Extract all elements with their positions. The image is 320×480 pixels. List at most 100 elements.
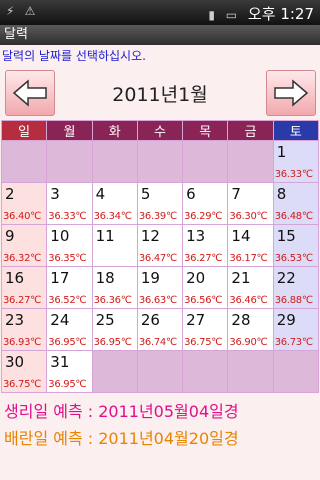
day-number: 14 bbox=[231, 227, 251, 245]
empty-cell bbox=[91, 140, 138, 183]
day-cell[interactable]: 15 36.53℃ bbox=[272, 224, 320, 267]
weekday-header: 목 bbox=[182, 120, 229, 141]
weekday-header-row: 일 월 화 수 목 금 토 bbox=[0, 120, 320, 141]
day-cell[interactable]: 24 36.95℃ bbox=[46, 308, 93, 351]
day-number: 20 bbox=[186, 269, 206, 287]
day-cell[interactable]: 16 36.27℃ bbox=[0, 266, 48, 309]
day-number: 4 bbox=[95, 185, 106, 203]
temperature-value: 36.32℃ bbox=[3, 253, 42, 264]
day-cell[interactable]: 23 36.93℃ bbox=[0, 308, 48, 351]
empty-cell bbox=[0, 140, 48, 183]
weekday-header: 수 bbox=[136, 120, 184, 141]
weekday-header: 토 bbox=[272, 120, 320, 141]
day-cell[interactable]: 17 36.52℃ bbox=[46, 266, 93, 309]
arrow-right-icon bbox=[274, 79, 309, 107]
day-cell[interactable]: 30 36.75℃ bbox=[0, 350, 48, 393]
day-number: 19 bbox=[140, 269, 160, 287]
temperature-value: 36.33℃ bbox=[48, 211, 87, 222]
day-number: 30 bbox=[5, 353, 25, 371]
day-cell[interactable]: 26 36.74℃ bbox=[136, 308, 184, 351]
day-cell[interactable]: 14 36.17℃ bbox=[227, 224, 274, 267]
weekday-header: 월 bbox=[46, 120, 93, 141]
next-month-button[interactable] bbox=[266, 70, 316, 116]
day-cell[interactable]: 7 36.30℃ bbox=[227, 182, 274, 225]
temperature-value: 36.27℃ bbox=[184, 253, 223, 264]
empty-cell bbox=[136, 140, 184, 183]
temperature-value: 36.34℃ bbox=[93, 211, 132, 222]
day-cell[interactable]: 9 36.32℃ bbox=[0, 224, 48, 267]
status-ampm: 오후 bbox=[247, 5, 276, 23]
calendar-grid: 일 월 화 수 목 금 토 1 36.33℃ 2 36.40℃ 3 36.33℃ 43… bbox=[0, 120, 320, 393]
day-cell[interactable]: 21 36.46℃ bbox=[227, 266, 274, 309]
day-number: 16 bbox=[5, 269, 25, 287]
day-cell[interactable]: 3 36.33℃ bbox=[46, 182, 93, 225]
day-cell[interactable]: 13 36.27℃ bbox=[182, 224, 229, 267]
day-number: 26 bbox=[140, 311, 160, 329]
temperature-value: 36.35℃ bbox=[48, 253, 87, 264]
day-number: 31 bbox=[50, 353, 70, 371]
day-cell[interactable]: 10 36.35℃ bbox=[46, 224, 93, 267]
day-cell[interactable]: 31 36.95℃ bbox=[46, 350, 93, 393]
day-number: 25 bbox=[95, 311, 115, 329]
status-right: ▮ ▭ 오후 1:27 bbox=[208, 3, 314, 24]
day-cell[interactable]: 22 36.88℃ bbox=[272, 266, 320, 309]
day-number: 5 bbox=[140, 185, 151, 203]
day-cell[interactable]: 1 36.33℃ bbox=[272, 140, 320, 183]
day-cell[interactable]: 11 bbox=[91, 224, 138, 267]
temperature-value: 36.90℃ bbox=[229, 337, 268, 348]
day-cell[interactable]: 20 36.56℃ bbox=[182, 266, 229, 309]
empty-cell bbox=[46, 140, 93, 183]
day-number: 13 bbox=[186, 227, 206, 245]
temperature-value: 36.73℃ bbox=[274, 337, 313, 348]
temperature-value: 36.30℃ bbox=[229, 211, 268, 222]
weekday-header: 화 bbox=[91, 120, 138, 141]
empty-cell bbox=[272, 350, 320, 393]
temperature-value: 36.36℃ bbox=[93, 295, 132, 306]
day-cell[interactable]: 18 36.36℃ bbox=[91, 266, 138, 309]
temperature-value: 36.29℃ bbox=[184, 211, 223, 222]
day-cell[interactable]: 29 36.73℃ bbox=[272, 308, 320, 351]
empty-cell bbox=[182, 350, 229, 393]
day-number: 3 bbox=[50, 185, 60, 203]
notification-icons: ⚡ ⚠ bbox=[6, 4, 41, 19]
temperature-value: 36.40℃ bbox=[3, 211, 42, 222]
day-number: 1 bbox=[276, 143, 287, 161]
empty-cell bbox=[182, 140, 229, 183]
temperature-value: 36.56℃ bbox=[184, 295, 223, 306]
day-cell[interactable]: 6 36.29℃ bbox=[182, 182, 229, 225]
period-prediction: 생리일 예측 : 2011년05월04일경 bbox=[4, 402, 239, 421]
temperature-value: 36.75℃ bbox=[3, 379, 42, 390]
day-number: 24 bbox=[50, 311, 70, 329]
day-number: 15 bbox=[276, 227, 296, 245]
empty-cell bbox=[227, 350, 274, 393]
day-number: 29 bbox=[276, 311, 296, 329]
day-cell[interactable]: 4 36.34℃ bbox=[91, 182, 138, 225]
day-cell[interactable]: 2 36.40℃ bbox=[0, 182, 48, 225]
day-cell[interactable]: 8 36.48℃ bbox=[272, 182, 320, 225]
day-number: 12 bbox=[140, 227, 160, 245]
day-cell[interactable]: 28 36.90℃ bbox=[227, 308, 274, 351]
day-cell[interactable]: 5 36.39℃ bbox=[136, 182, 184, 225]
status-bar: ⚡ ⚠ ▮ ▭ 오후 1:27 bbox=[0, 0, 320, 25]
app-title: 달력 bbox=[0, 25, 320, 45]
day-number: 7 bbox=[231, 185, 241, 203]
day-cell[interactable]: 19 36.63℃ bbox=[136, 266, 184, 309]
temperature-value: 36.33℃ bbox=[274, 169, 313, 180]
day-number: 28 bbox=[231, 311, 251, 329]
day-number: 22 bbox=[276, 269, 296, 287]
week-row: 1 36.33℃ bbox=[0, 140, 320, 183]
day-cell[interactable]: 12 36.47℃ bbox=[136, 224, 184, 267]
temperature-value: 36.93℃ bbox=[3, 337, 42, 348]
day-cell[interactable]: 27 36.75℃ bbox=[182, 308, 229, 351]
day-cell[interactable]: 25 36.95℃ bbox=[91, 308, 138, 351]
temperature-value: 36.75℃ bbox=[184, 337, 223, 348]
day-number: 18 bbox=[95, 269, 115, 287]
week-row: 23 36.93℃ 24 36.95℃ 25 36.95℃ 26 36.74℃ 27 36… bbox=[0, 308, 320, 351]
day-number: 11 bbox=[95, 227, 115, 245]
empty-cell bbox=[227, 140, 274, 183]
usb-icon: ⚡ bbox=[6, 4, 15, 18]
weekday-header: 일 bbox=[0, 120, 48, 141]
temperature-value: 36.39℃ bbox=[138, 211, 177, 222]
day-number: 6 bbox=[186, 185, 196, 203]
temperature-value: 36.27℃ bbox=[3, 295, 42, 306]
